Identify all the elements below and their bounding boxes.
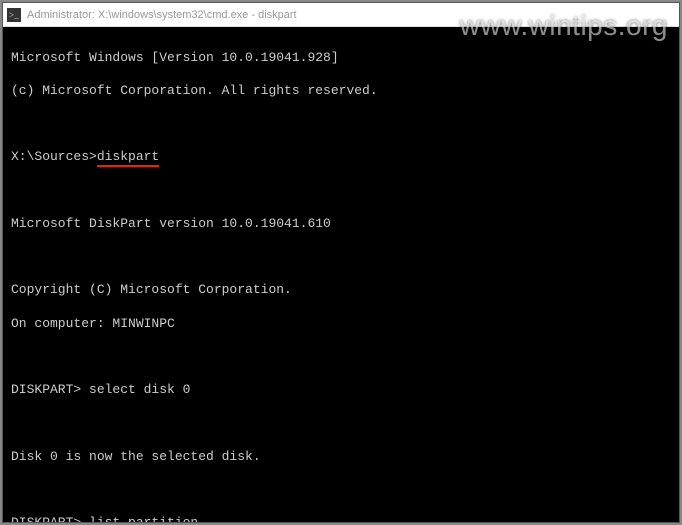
svg-text:>_: >_ [9,10,19,20]
cmd-icon: >_ [7,8,21,22]
os-version: Microsoft Windows [Version 10.0.19041.92… [11,50,671,67]
cmd-diskpart: diskpart [97,149,159,167]
os-copyright: (c) Microsoft Corporation. All rights re… [11,83,671,100]
cmd-window: >_ Administrator: X:\windows\system32\cm… [2,2,680,523]
prompt-diskpart: X:\Sources>diskpart [11,149,671,166]
select-disk-result: Disk 0 is now the selected disk. [11,449,671,466]
dp-computer: On computer: MINWINPC [11,316,671,333]
titlebar[interactable]: >_ Administrator: X:\windows\system32\cm… [3,3,679,27]
terminal-output[interactable]: Microsoft Windows [Version 10.0.19041.92… [3,27,679,522]
window-title: Administrator: X:\windows\system32\cmd.e… [27,9,297,21]
prompt-select-disk: DISKPART> select disk 0 [11,382,671,399]
dp-copyright: Copyright (C) Microsoft Corporation. [11,282,671,299]
prompt-list-partition: DISKPART> list partition [11,515,671,522]
cmd-list-partition: list partition [89,515,198,522]
dp-version: Microsoft DiskPart version 10.0.19041.61… [11,216,671,233]
